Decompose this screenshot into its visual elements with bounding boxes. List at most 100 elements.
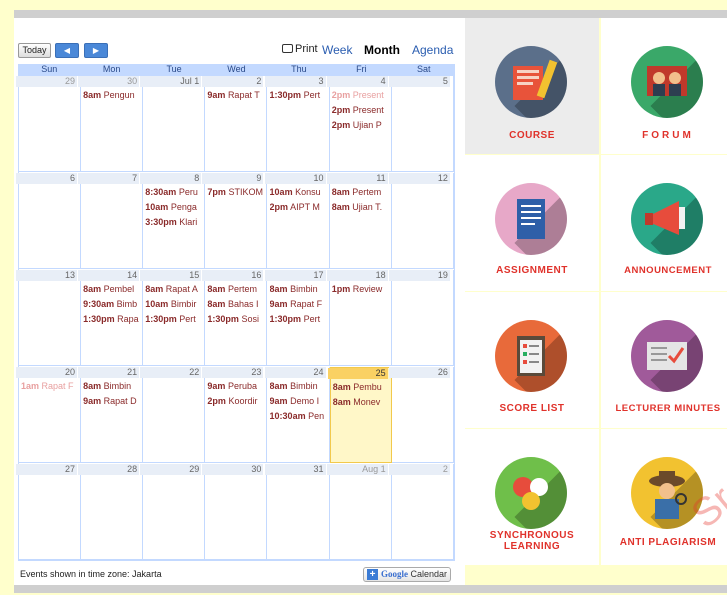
calendar-event[interactable]: 8am Pembel bbox=[83, 282, 141, 297]
calendar-event[interactable]: 8am Rapat A bbox=[145, 282, 203, 297]
prev-month-button[interactable]: ◀ bbox=[55, 43, 79, 58]
day-cell[interactable]: 20 1am Rapat F bbox=[16, 367, 81, 463]
day-cell[interactable]: 14 8am Pembel 9:30am Bimb 1:30pm Rapa bbox=[78, 270, 144, 366]
bottom-divider bbox=[14, 585, 727, 593]
calendar-event[interactable]: 8am Monev bbox=[333, 395, 391, 410]
event-title: Peruba bbox=[227, 381, 257, 391]
day-cell[interactable]: 18 1pm Review bbox=[326, 270, 392, 366]
tile-course[interactable]: COURSE bbox=[465, 18, 599, 154]
day-cell[interactable]: Aug 1 bbox=[326, 464, 392, 560]
calendar-event[interactable]: 8am Bimbin bbox=[270, 379, 328, 394]
calendar-event[interactable]: 10:30am Pen bbox=[270, 409, 328, 424]
event-time: 10am bbox=[145, 202, 169, 212]
tile-assignment[interactable]: ASSIGNMENT bbox=[465, 155, 599, 291]
calendar-event[interactable]: 8am Ujian T. bbox=[332, 200, 390, 215]
day-cell[interactable]: 6 bbox=[16, 173, 81, 269]
day-cell[interactable]: 7 bbox=[78, 173, 144, 269]
calendar-event[interactable]: 3:30pm Klari bbox=[145, 215, 203, 230]
day-cell[interactable]: 2 bbox=[388, 464, 454, 560]
day-cell[interactable]: 3 1:30pm Pert bbox=[264, 76, 330, 172]
calendar-event[interactable]: 1:30pm Pert bbox=[270, 88, 328, 103]
day-cell[interactable]: 5 bbox=[388, 76, 454, 172]
day-cell[interactable]: 30 8am Pengun bbox=[78, 76, 144, 172]
event-title: Present bbox=[352, 105, 384, 115]
day-cell[interactable]: 17 8am Bimbin 9am Rapat F 1:30pm Pert bbox=[264, 270, 330, 366]
day-cell[interactable]: 12 bbox=[388, 173, 454, 269]
day-cell[interactable]: 26 bbox=[388, 367, 454, 463]
day-cell[interactable]: 24 8am Bimbin 9am Demo I 10:30am Pen bbox=[264, 367, 330, 463]
calendar-event[interactable]: 8am Bahas I bbox=[207, 297, 265, 312]
tile-forum[interactable]: FORUM bbox=[601, 18, 727, 154]
day-cell[interactable]: 4 2pm Present 2pm Present 2pm Ujian P bbox=[326, 76, 392, 172]
calendar-event[interactable]: 8am Bimbin bbox=[270, 282, 328, 297]
day-cell-today[interactable]: 25 8am Pembu 8am Monev bbox=[327, 367, 392, 463]
day-cell[interactable]: 31 bbox=[264, 464, 330, 560]
event-time: 1:30pm bbox=[269, 314, 302, 324]
calendar-event[interactable]: 8am Pertem bbox=[332, 185, 390, 200]
print-link[interactable]: Print bbox=[282, 43, 318, 55]
calendar-event[interactable]: 9am Demo I bbox=[270, 394, 328, 409]
calendar-event[interactable]: 8am Bimbin bbox=[83, 379, 141, 394]
day-cell[interactable]: 16 8am Pertem 8am Bahas I 1:30pm Sosi bbox=[202, 270, 268, 366]
event-time: 1am bbox=[21, 381, 40, 391]
tile-score-list[interactable]: SCORE LIST bbox=[465, 292, 599, 428]
day-cell[interactable]: 2 9am Rapat T bbox=[202, 76, 268, 172]
day-header: Sat bbox=[416, 64, 431, 74]
calendar-event[interactable]: 1:30pm Rapa bbox=[83, 312, 141, 327]
day-cell[interactable]: Jul 1 bbox=[140, 76, 206, 172]
tile-synchronous-learning[interactable]: SYNCHRONOUS LEARNING bbox=[465, 429, 599, 565]
next-month-button[interactable]: ▶ bbox=[84, 43, 108, 58]
event-list: 8am Pengun bbox=[83, 88, 141, 103]
day-number: 11 bbox=[326, 173, 388, 184]
day-cell[interactable]: 30 bbox=[202, 464, 268, 560]
day-cell[interactable]: 13 bbox=[16, 270, 81, 366]
calendar-event[interactable]: 2pm AIPT M bbox=[270, 200, 328, 215]
day-cell[interactable]: 10 10am Konsu 2pm AIPT M bbox=[264, 173, 330, 269]
calendar-event[interactable]: 2pm Koordir bbox=[207, 394, 265, 409]
tab-agenda[interactable]: Agenda bbox=[412, 43, 453, 57]
calendar-event[interactable]: 7pm STIKOM bbox=[207, 185, 265, 200]
calendar-event[interactable]: 10am Konsu bbox=[270, 185, 328, 200]
calendar-event[interactable]: 8am Pembu bbox=[333, 380, 391, 395]
calendar-event[interactable]: 9am Peruba bbox=[207, 379, 265, 394]
calendar-event[interactable]: 8am Pertem bbox=[207, 282, 265, 297]
calendar-event[interactable]: 10am Penga bbox=[145, 200, 203, 215]
calendar-event[interactable]: 1:30pm Sosi bbox=[207, 312, 265, 327]
calendar-event[interactable]: 8am Pengun bbox=[83, 88, 141, 103]
calendar-event[interactable]: 9:30am Bimb bbox=[83, 297, 141, 312]
today-button[interactable]: Today bbox=[18, 43, 51, 58]
calendar-event[interactable]: 9am Rapat T bbox=[207, 88, 265, 103]
google-calendar-button[interactable]: + Google Calendar bbox=[363, 567, 451, 582]
calendar-event[interactable]: 8:30am Peru bbox=[145, 185, 203, 200]
calendar-event[interactable]: 2pm Ujian P bbox=[332, 118, 390, 133]
day-cell[interactable]: 22 bbox=[140, 367, 206, 463]
calendar-event[interactable]: 1:30pm Pert bbox=[270, 312, 328, 327]
print-label: Print bbox=[295, 43, 318, 55]
tab-month[interactable]: Month bbox=[364, 43, 400, 57]
day-cell[interactable]: 8 8:30am Peru 10am Penga 3:30pm Klari bbox=[140, 173, 206, 269]
day-number: 31 bbox=[264, 464, 326, 475]
tile-announcement[interactable]: ANNOUNCEMENT bbox=[601, 155, 727, 291]
tab-week[interactable]: Week bbox=[322, 43, 352, 57]
calendar-event[interactable]: 1am Rapat F bbox=[21, 379, 79, 394]
calendar-event[interactable]: 2pm Present bbox=[332, 103, 390, 118]
detective-icon bbox=[631, 457, 703, 529]
day-cell[interactable]: 11 8am Pertem 8am Ujian T. bbox=[326, 173, 392, 269]
day-cell[interactable]: 23 9am Peruba 2pm Koordir bbox=[202, 367, 268, 463]
day-cell[interactable]: 27 bbox=[16, 464, 81, 560]
day-cell[interactable]: 19 bbox=[388, 270, 454, 366]
day-cell[interactable]: 29 bbox=[16, 76, 81, 172]
calendar-event[interactable]: 9am Rapat D bbox=[83, 394, 141, 409]
day-cell[interactable]: 28 bbox=[78, 464, 144, 560]
day-cell[interactable]: 21 8am Bimbin 9am Rapat D bbox=[78, 367, 144, 463]
calendar-event[interactable]: 10am Bimbir bbox=[145, 297, 203, 312]
day-cell[interactable]: 9 7pm STIKOM bbox=[202, 173, 268, 269]
day-cell[interactable]: 15 8am Rapat A 10am Bimbir 1:30pm Pert bbox=[140, 270, 206, 366]
day-cell[interactable]: 29 bbox=[140, 464, 206, 560]
calendar-event[interactable]: 9am Rapat F bbox=[270, 297, 328, 312]
calendar-event[interactable]: 1:30pm Pert bbox=[145, 312, 203, 327]
calendar-event[interactable]: 1pm Review bbox=[332, 282, 390, 297]
printer-icon bbox=[282, 44, 293, 53]
calendar-event[interactable]: 2pm Present bbox=[332, 88, 390, 103]
tile-lecturer-minutes[interactable]: LECTURER MINUTES bbox=[601, 292, 727, 428]
